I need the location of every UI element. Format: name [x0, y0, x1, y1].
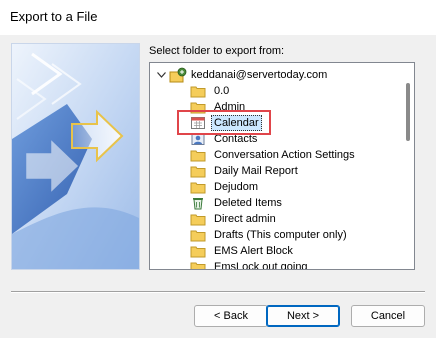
tree-item-label: 0.0: [214, 85, 230, 97]
chevron-down-icon[interactable]: [156, 67, 166, 83]
tree-item-label: Daily Mail Report: [214, 165, 298, 177]
tree-item-0-0[interactable]: 0.0: [190, 83, 231, 99]
tree-item-label: Drafts (This computer only): [214, 229, 347, 241]
folder-icon: [190, 148, 206, 162]
tree-item-emslock-out-going[interactable]: EmsLock out going: [190, 259, 310, 270]
tree-item-admin[interactable]: Admin: [190, 99, 247, 115]
calendar-icon: [190, 116, 206, 130]
tree-item-drafts[interactable]: Drafts (This computer only): [190, 227, 349, 243]
tree-scrollbar[interactable]: [403, 63, 414, 269]
tree-item-label: Deleted Items: [214, 197, 282, 209]
tree-item-deleted-items[interactable]: Deleted Items: [190, 195, 284, 211]
tree-item-daily-mail-report[interactable]: Daily Mail Report: [190, 163, 300, 179]
folder-icon: [190, 260, 206, 269]
title-bar: Export to a File: [0, 0, 436, 35]
folder-icon: [190, 180, 206, 194]
tree-item-label: Contacts: [214, 133, 258, 145]
tree-item-label: Conversation Action Settings: [214, 149, 355, 161]
cancel-button[interactable]: Cancel: [351, 305, 425, 327]
contacts-icon: [190, 132, 206, 146]
folder-icon: [190, 244, 206, 258]
folder-tree[interactable]: keddanai@servertoday.com 0.0 Admin Calen…: [149, 62, 415, 270]
tree-item-label: Calendar: [211, 115, 262, 131]
select-folder-label: Select folder to export from:: [149, 45, 285, 57]
tree-item-label: Direct admin: [214, 213, 276, 225]
folder-icon: [190, 84, 206, 98]
tree-root-mailbox[interactable]: keddanai@servertoday.com: [156, 67, 327, 83]
tree-item-direct-admin[interactable]: Direct admin: [190, 211, 278, 227]
window-title: Export to a File: [10, 9, 98, 24]
footer-divider: [11, 291, 425, 293]
tree-item-contacts[interactable]: Contacts: [190, 131, 259, 147]
trash-icon: [190, 196, 206, 210]
folder-icon: [190, 100, 206, 114]
wizard-illustration: [11, 43, 140, 270]
export-dialog: Export to a File Select folder to export…: [0, 0, 436, 338]
tree-item-label: EMS Alert Block: [214, 245, 293, 257]
tree-item-label: Dejudom: [214, 181, 259, 193]
mailbox-icon: [169, 67, 187, 83]
tree-item-conversation-action-settings[interactable]: Conversation Action Settings: [190, 147, 357, 163]
next-button[interactable]: Next >: [266, 305, 340, 327]
tree-root-label: keddanai@servertoday.com: [191, 69, 328, 81]
folder-icon: [190, 212, 206, 226]
scrollbar-thumb[interactable]: [406, 83, 410, 141]
tree-item-dejudom[interactable]: Dejudom: [190, 179, 260, 195]
folder-icon: [190, 228, 206, 242]
back-button[interactable]: < Back: [194, 305, 268, 327]
tree-item-label: Admin: [214, 101, 246, 113]
tree-item-ems-alert-block[interactable]: EMS Alert Block: [190, 243, 295, 259]
tree-item-calendar[interactable]: Calendar: [190, 115, 262, 131]
tree-item-label: EmsLock out going: [214, 261, 308, 270]
folder-icon: [190, 164, 206, 178]
